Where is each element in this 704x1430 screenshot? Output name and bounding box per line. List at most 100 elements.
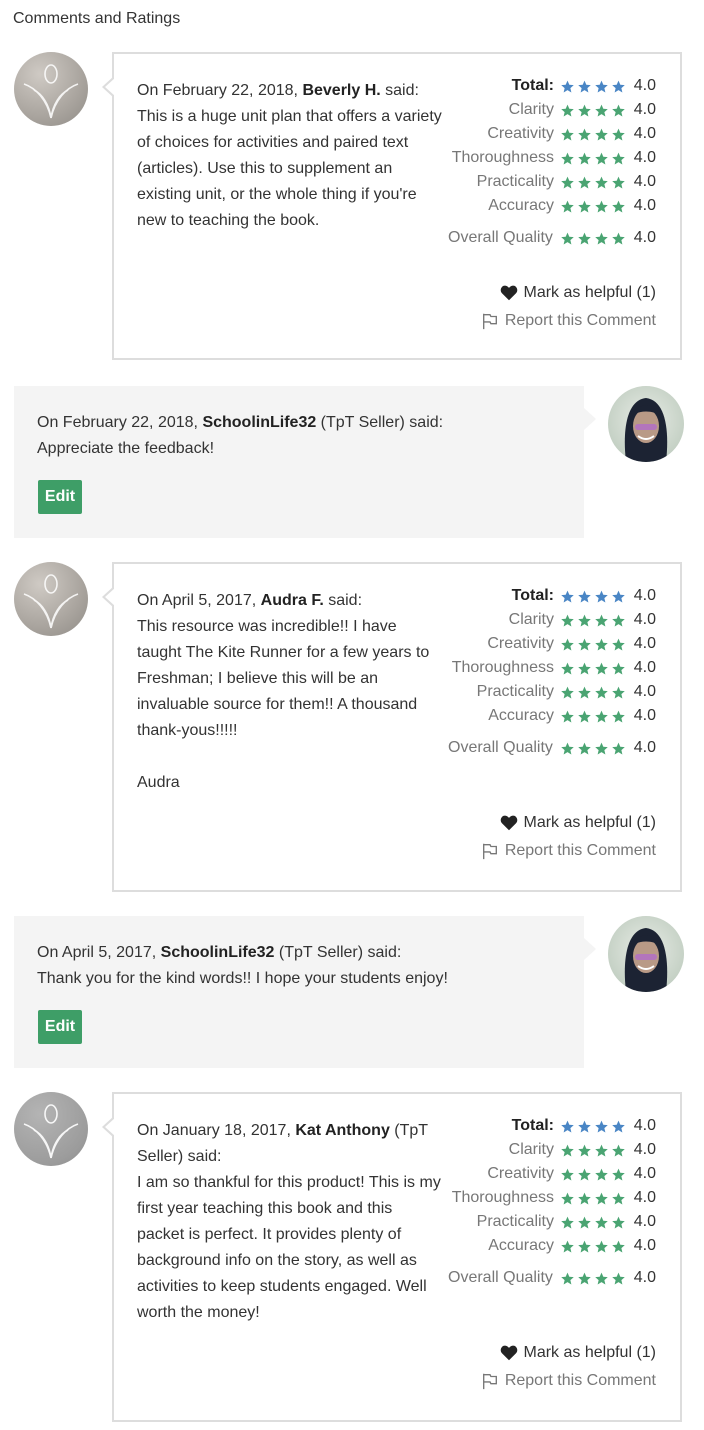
report-comment-link[interactable]: Report this Comment	[481, 842, 656, 860]
review-said: said:	[380, 82, 419, 99]
rating-row-clarity: Clarity 4.0	[436, 608, 656, 632]
rating-label-accuracy: Accuracy	[488, 197, 554, 214]
rating-row-practicality: Practicality 4.0	[436, 680, 656, 704]
reply-header: On February 22, 2018, SchoolinLife32 (Tp…	[37, 410, 443, 436]
star-icon	[561, 614, 574, 626]
star-icon	[612, 710, 625, 722]
reply-author[interactable]: SchoolinLife32	[161, 944, 275, 961]
star-rating	[560, 741, 626, 756]
star-icon	[595, 1216, 608, 1228]
reply-body: Thank you for the kind words!! I hope yo…	[37, 970, 448, 987]
star-icon	[595, 742, 608, 754]
star-icon	[578, 710, 591, 722]
star-icon	[578, 1192, 591, 1204]
rating-value-thoroughness: 4.0	[633, 1189, 656, 1206]
star-icon	[595, 232, 608, 244]
star-rating	[560, 1119, 626, 1134]
rating-row-thoroughness: Thoroughness 4.0	[436, 1186, 656, 1210]
rating-value-clarity: 4.0	[633, 611, 656, 628]
mark-helpful-button[interactable]: Mark as helpful (1)	[500, 284, 656, 302]
review-date: On April 5, 2017,	[137, 592, 261, 609]
rating-label-overall-quality: Overall Quality	[448, 739, 553, 756]
star-icon	[561, 1144, 574, 1156]
rating-row-accuracy: Accuracy 4.0	[436, 194, 656, 218]
edit-button[interactable]: Edit	[38, 1010, 82, 1044]
rating-value-overall-quality: 4.0	[633, 1269, 656, 1286]
rating-label-creativity: Creativity	[487, 635, 554, 652]
rating-row-overall-quality: Overall Quality 4.0	[436, 218, 656, 258]
rating-value-accuracy: 4.0	[633, 707, 656, 724]
star-icon	[595, 80, 608, 92]
star-icon	[612, 1168, 625, 1180]
rating-row-creativity: Creativity 4.0	[436, 1162, 656, 1186]
star-icon	[595, 200, 608, 212]
heart-icon	[500, 285, 517, 301]
star-icon	[561, 742, 574, 754]
star-icon	[612, 1240, 625, 1252]
seller-avatar	[608, 916, 684, 992]
star-icon	[595, 1144, 608, 1156]
star-rating	[560, 661, 626, 676]
rating-value-total: 4.0	[633, 587, 656, 604]
rating-row-total: Total: 4.0	[436, 74, 656, 98]
star-icon	[578, 1144, 591, 1156]
star-icon	[561, 152, 574, 164]
review-said: said:	[323, 592, 363, 609]
report-label: Report this Comment	[504, 312, 656, 329]
star-icon	[561, 104, 574, 116]
rating-label-practicality: Practicality	[476, 1213, 554, 1230]
star-icon	[612, 742, 625, 754]
rating-value-overall-quality: 4.0	[633, 229, 656, 246]
star-icon	[595, 686, 608, 698]
star-icon	[561, 590, 574, 602]
default-avatar-icon	[23, 1104, 79, 1159]
star-icon	[578, 128, 591, 140]
rating-label-overall-quality: Overall Quality	[448, 229, 553, 246]
report-comment-link[interactable]: Report this Comment	[481, 1372, 656, 1390]
reply-author[interactable]: SchoolinLife32	[202, 414, 316, 431]
review-author[interactable]: Audra F.	[261, 592, 324, 609]
star-icon	[578, 200, 591, 212]
star-rating	[560, 685, 626, 700]
rating-value-creativity: 4.0	[633, 635, 656, 652]
star-icon	[561, 1216, 574, 1228]
flag-icon	[482, 843, 497, 860]
review-body: This is a huge unit plan that offers a v…	[137, 108, 442, 229]
flag-icon	[482, 313, 497, 330]
star-rating	[560, 151, 626, 166]
rating-label-clarity: Clarity	[508, 101, 554, 118]
star-icon	[612, 590, 625, 602]
reply-said: (TpT Seller) said:	[316, 414, 444, 431]
rating-row-total: Total: 4.0	[436, 584, 656, 608]
reply-date: On February 22, 2018,	[37, 414, 203, 431]
star-icon	[612, 200, 625, 212]
rating-value-total: 4.0	[633, 77, 656, 94]
edit-button[interactable]: Edit	[38, 480, 82, 514]
star-icon	[612, 1144, 625, 1156]
rating-value-practicality: 4.0	[633, 1213, 656, 1230]
review-author[interactable]: Kat Anthony	[295, 1122, 390, 1139]
rating-value-practicality: 4.0	[633, 173, 656, 190]
rating-label-practicality: Practicality	[476, 683, 554, 700]
rating-value-clarity: 4.0	[633, 101, 656, 118]
report-comment-link[interactable]: Report this Comment	[481, 312, 656, 330]
reviewer-avatar	[14, 52, 88, 126]
rating-row-total: Total: 4.0	[436, 1114, 656, 1138]
mark-helpful-button[interactable]: Mark as helpful (1)	[500, 814, 656, 832]
star-icon	[561, 1168, 574, 1180]
star-icon	[578, 152, 591, 164]
star-icon	[578, 104, 591, 116]
seller-portrait-icon	[624, 928, 668, 992]
star-icon	[578, 590, 591, 602]
seller-reply: On February 22, 2018, SchoolinLife32 (Tp…	[14, 386, 596, 538]
review-author[interactable]: Beverly H.	[302, 82, 380, 99]
star-icon	[561, 710, 574, 722]
rating-value-creativity: 4.0	[633, 125, 656, 142]
heart-icon	[500, 815, 517, 831]
star-icon	[595, 1120, 608, 1132]
star-icon	[561, 638, 574, 650]
mark-helpful-button[interactable]: Mark as helpful (1)	[500, 1344, 656, 1362]
star-rating	[560, 175, 626, 190]
star-icon	[578, 686, 591, 698]
star-icon	[578, 80, 591, 92]
